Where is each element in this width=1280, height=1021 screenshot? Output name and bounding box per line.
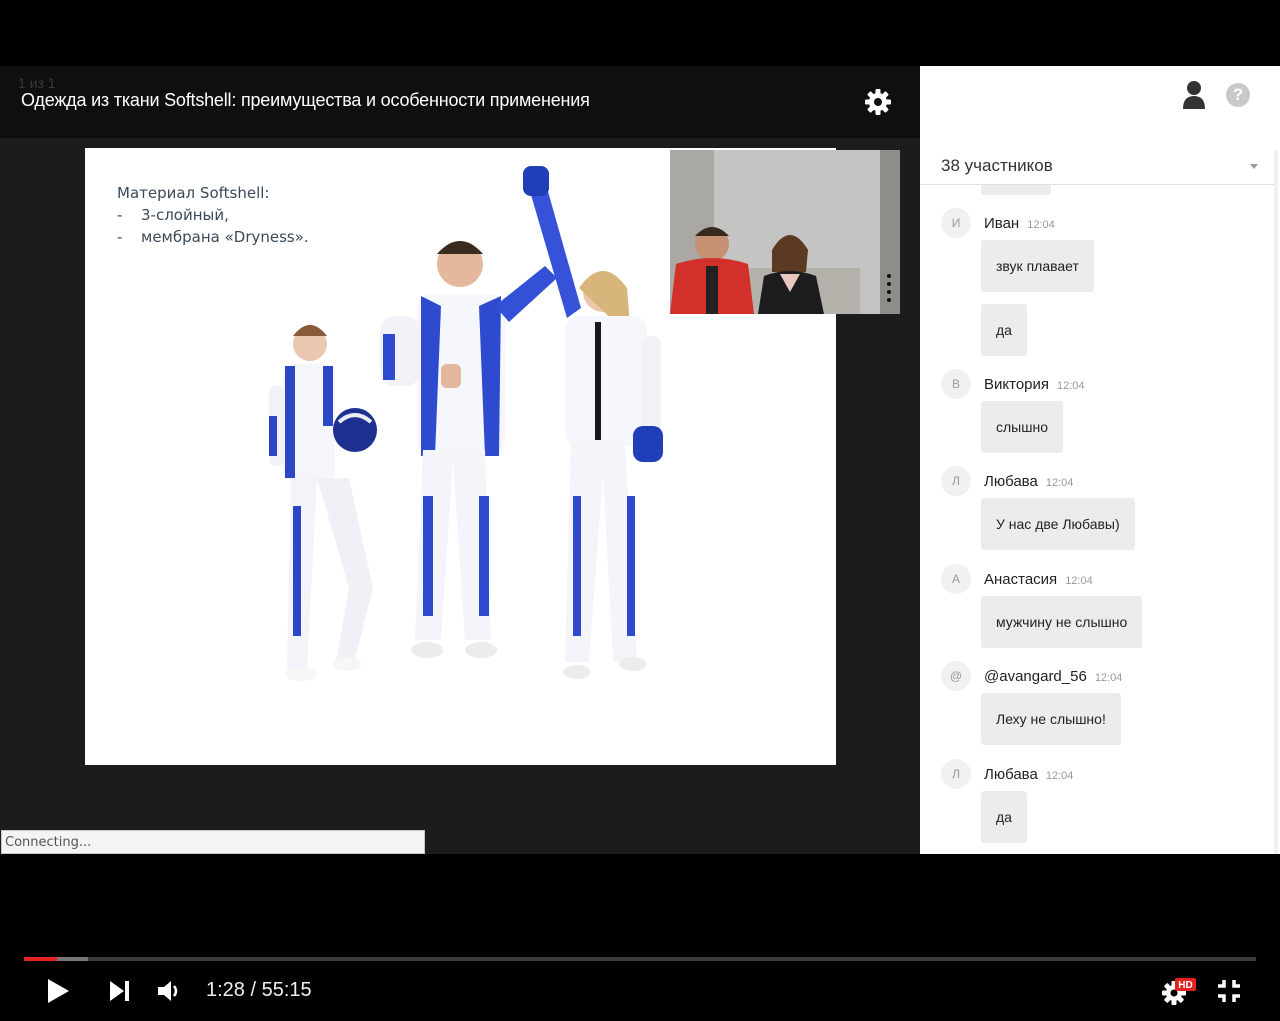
avatar: В <box>941 369 971 399</box>
page-counter: 1 из 1 <box>18 75 56 91</box>
person-man <box>380 241 557 658</box>
connection-status-bar: Connecting... <box>1 830 425 854</box>
message-bubble: звук плавает <box>981 240 1094 292</box>
message-author-row: Иван 12:04 <box>984 215 1055 232</box>
message-time: 12:04 <box>1027 219 1055 231</box>
slide-photo <box>269 166 663 681</box>
message-author-row: Любава 12:04 <box>984 473 1073 490</box>
message-author-row: Анастасия 12:04 <box>984 571 1093 588</box>
message-time: 12:04 <box>1045 477 1074 489</box>
chat-scrollbar[interactable] <box>1274 150 1278 854</box>
chat-sidebar: ? 38 участников И Иван 12:04 звук плавает… <box>920 66 1280 854</box>
chat-message-list: И Иван 12:04 звук плавает да В Виктория 12… <box>920 185 1272 854</box>
video-more-options-icon[interactable] <box>886 272 892 306</box>
webinar-title: Одежда из ткани Softshell: преимущества … <box>21 90 590 110</box>
user-profile-icon[interactable] <box>1182 80 1206 110</box>
participants-count: 38 участников <box>941 156 1053 175</box>
time-display: 1:28 / 55:15 <box>206 979 312 1001</box>
webinar-header: 1 из 1 Одежда из ткани Softshell: преиму… <box>0 66 920 138</box>
message-author: Любава <box>984 766 1038 783</box>
avatar: @ <box>941 661 971 691</box>
message-author: @avangard_56 <box>984 668 1087 685</box>
exit-fullscreen-icon[interactable] <box>1216 978 1242 1009</box>
message-bubble: Леху не слышно! <box>981 693 1121 745</box>
person-girl <box>269 325 377 681</box>
message-author: Виктория <box>984 376 1050 393</box>
message-bubble: мужчину не слышно <box>981 596 1143 648</box>
hd-badge: HD <box>1178 980 1192 991</box>
message-bubble: да <box>981 304 1027 356</box>
webinar-stage: 1 из 1 Одежда из ткани Softshell: преиму… <box>0 66 920 854</box>
avatar: Л <box>941 759 971 789</box>
webcam-video[interactable] <box>670 150 900 314</box>
message-author: Иван <box>984 215 1020 232</box>
message-author-row: Виктория 12:04 <box>984 376 1085 393</box>
progress-played <box>24 957 57 961</box>
message-time: 12:04 <box>1094 672 1123 684</box>
volume-icon[interactable] <box>157 979 183 1008</box>
chat-bubble-partial <box>981 185 1051 195</box>
next-track-icon[interactable] <box>109 980 131 1007</box>
avatar: А <box>941 564 971 594</box>
message-bubble: У нас две Любавы) <box>981 498 1135 550</box>
message-time: 12:04 <box>1057 380 1085 392</box>
settings-gear-icon[interactable] <box>862 86 894 118</box>
message-time: 12:04 <box>1065 575 1093 587</box>
message-author: Любава <box>984 473 1038 490</box>
message-time: 12:04 <box>1045 770 1074 782</box>
person-woman <box>523 166 663 679</box>
progress-bar[interactable] <box>24 957 1256 961</box>
message-author-row: @avangard_56 12:04 <box>984 668 1122 685</box>
avatar: И <box>941 208 971 238</box>
settings-hd-icon[interactable]: HD <box>1160 976 1198 1013</box>
play-icon[interactable] <box>46 978 70 1009</box>
message-bubble: да <box>981 791 1027 843</box>
message-bubble: слышно <box>981 401 1063 453</box>
message-author: Анастасия <box>984 571 1058 588</box>
connection-status-text: Connecting... <box>5 835 92 850</box>
webcam-frame <box>670 150 900 314</box>
help-icon[interactable]: ? <box>1226 83 1250 107</box>
chevron-down-icon <box>1250 164 1258 169</box>
participants-dropdown[interactable]: 38 участников <box>920 150 1278 185</box>
message-author-row: Любава 12:04 <box>984 766 1073 783</box>
avatar: Л <box>941 466 971 496</box>
